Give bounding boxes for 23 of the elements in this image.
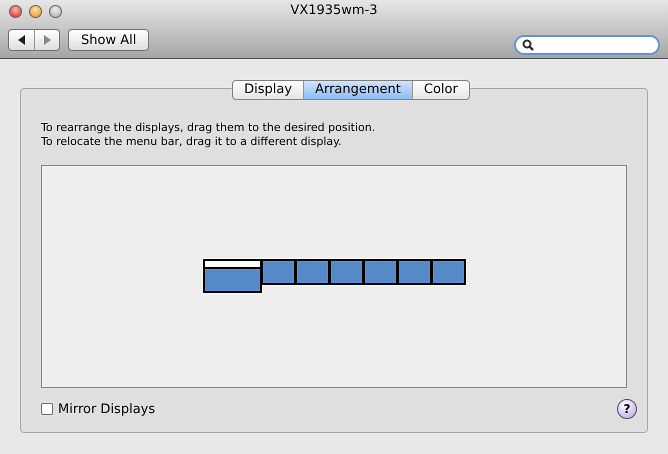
tab[interactable]: Color — [412, 81, 469, 99]
close-button[interactable] — [9, 4, 22, 18]
instruction-text: To rearrange the displays, drag them to the desired position. — [41, 121, 376, 135]
window-title: VX1935wm-3 — [290, 3, 378, 18]
display-thumbnail[interactable] — [328, 258, 364, 284]
minimize-button[interactable] — [29, 4, 42, 18]
display-thumbnail[interactable] — [294, 258, 330, 284]
display-thumbnail[interactable] — [430, 258, 466, 284]
display-thumbnail[interactable] — [396, 258, 432, 284]
display-thumbnail[interactable] — [202, 258, 262, 292]
search-field[interactable] — [514, 35, 660, 55]
display-thumbnail[interactable] — [362, 258, 398, 284]
display-thumbnail[interactable] — [260, 258, 296, 284]
instruction-text: To relocate the menu bar, drag it to a different display. — [41, 135, 342, 149]
tab[interactable]: Display — [233, 81, 304, 99]
right-arrow-icon — [41, 33, 53, 47]
mirror-checkbox[interactable] — [41, 403, 53, 415]
mirror-displays-label: Mirror Displays — [58, 402, 156, 416]
left-arrow-icon — [16, 33, 28, 47]
tab[interactable]: Arrangement — [303, 81, 412, 99]
help-button[interactable]: ? — [617, 399, 637, 419]
show-all-button[interactable]: Show All — [68, 29, 150, 51]
search-icon — [522, 39, 534, 51]
